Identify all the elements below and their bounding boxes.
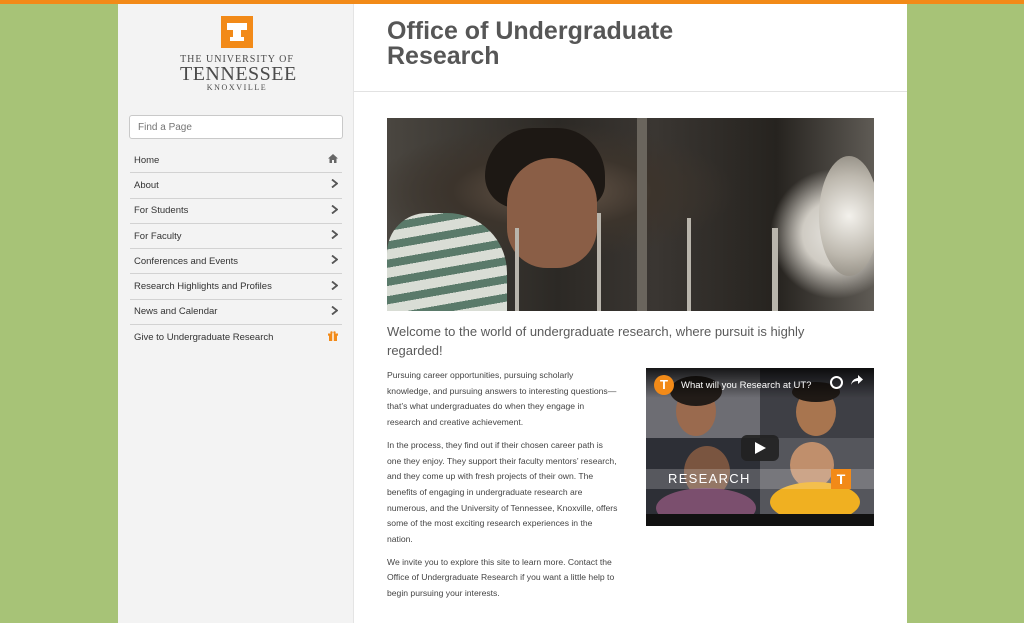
page-header: Office of Undergraduate Research	[354, 4, 907, 92]
hero-rod	[515, 228, 519, 311]
video-t-logo: T	[831, 469, 851, 489]
page-title: Office of Undergraduate Research	[387, 17, 674, 70]
chevron-right-icon	[331, 179, 339, 191]
chevron-right-icon	[331, 305, 339, 318]
sidebar: THE UNIVERSITY OF TENNESSEE KNOXVILLE Ho…	[118, 4, 354, 623]
sidebar-item-label: For Faculty	[134, 230, 182, 242]
vid-face	[656, 488, 756, 514]
power-t-logo-icon	[221, 16, 253, 48]
youtube-video-player[interactable]: T What will you Research at UT? RESEARCH…	[646, 368, 874, 526]
sidebar-item-for-faculty[interactable]: For Faculty	[130, 224, 342, 250]
intro-paragraph: Pursuing career opportunities, pursuing …	[387, 370, 617, 428]
search-input[interactable]	[129, 115, 343, 139]
sidebar-item-about[interactable]: About	[130, 173, 342, 199]
sidebar-nav: Home About For Students For Faculty Conf…	[130, 148, 342, 350]
sidebar-item-research-highlights[interactable]: Research Highlights and Profiles	[130, 274, 342, 300]
sidebar-item-give[interactable]: Give to Undergraduate Research	[130, 325, 342, 350]
hero-rod	[637, 118, 647, 311]
hero-rod	[597, 213, 601, 311]
home-icon	[328, 154, 338, 166]
hero-rod	[772, 228, 778, 311]
sidebar-item-label: News and Calendar	[134, 306, 218, 318]
watch-later-icon[interactable]	[830, 376, 843, 389]
hero-lamp	[819, 156, 874, 276]
play-icon	[755, 442, 766, 454]
sidebar-item-label: Research Highlights and Profiles	[134, 281, 272, 293]
chevron-right-icon	[331, 204, 339, 217]
intro-paragraph: We invite you to explore this site to le…	[387, 556, 615, 599]
university-logo[interactable]: THE UNIVERSITY OF TENNESSEE KNOXVILLE	[180, 16, 297, 92]
chevron-right-icon	[331, 280, 339, 293]
sidebar-item-news-calendar[interactable]: News and Calendar	[130, 300, 342, 326]
hero-face	[507, 158, 597, 268]
sidebar-item-for-students[interactable]: For Students	[130, 199, 342, 224]
intro-paragraph: In the process, they find out if their c…	[387, 439, 618, 545]
intro-text: Pursuing career opportunities, pursuing …	[387, 368, 619, 609]
play-button[interactable]	[741, 435, 779, 461]
welcome-tagline: Welcome to the world of undergraduate re…	[387, 324, 805, 358]
chevron-right-icon	[331, 255, 339, 267]
page-container: THE UNIVERSITY OF TENNESSEE KNOXVILLE Ho…	[118, 4, 907, 623]
sidebar-item-home[interactable]: Home	[130, 148, 342, 174]
channel-logo[interactable]: T	[654, 375, 674, 395]
share-icon[interactable]	[851, 374, 863, 388]
video-title[interactable]: What will you Research at UT?	[681, 380, 811, 391]
hero-rod	[687, 218, 691, 311]
hero-image	[387, 118, 874, 311]
logo-text-line2: TENNESSEE	[180, 63, 297, 85]
sidebar-item-label: For Students	[134, 205, 189, 217]
gift-icon	[328, 331, 338, 344]
video-overlay-text: RESEARCH	[668, 471, 751, 486]
sidebar-item-label: Give to Undergraduate Research	[134, 332, 274, 344]
sidebar-item-label: About	[134, 179, 159, 191]
hero-shirt	[387, 213, 507, 311]
sidebar-item-label: Home	[134, 154, 160, 166]
sidebar-item-label: Conferences and Events	[134, 255, 239, 267]
sidebar-item-conferences[interactable]: Conferences and Events	[130, 249, 342, 275]
chevron-right-icon	[331, 229, 339, 242]
